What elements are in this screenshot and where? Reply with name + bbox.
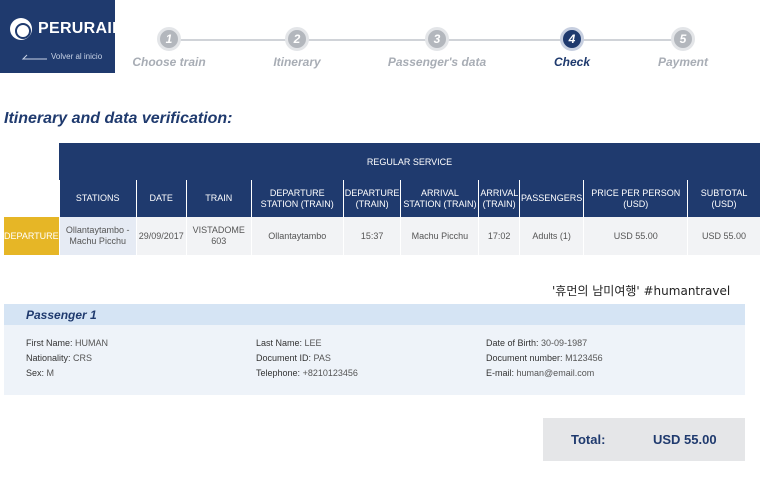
page-title: Itinerary and data verification: [4, 110, 233, 127]
column-header: PASSENGERS [518, 180, 584, 217]
table-cell: 15:37 [342, 217, 401, 255]
passenger-card: Passenger 1 First Name: HUMAN Nationalit… [4, 304, 745, 395]
step-label: Itinerary [273, 55, 321, 69]
step-passengers-data: 3 Passenger's data [377, 27, 497, 69]
column-header: DATE [135, 180, 187, 217]
back-link-label: Volver al inicio [51, 52, 103, 61]
sex-row: Sex: M [26, 368, 55, 378]
document-number-row: Document number: M123456 [486, 353, 603, 363]
column-header: DEPARTURE (TRAIN) [342, 180, 401, 217]
table-cell: 17:02 [478, 217, 520, 255]
document-id-value: PAS [313, 353, 331, 363]
passenger-column-1: First Name: HUMAN Nationality: CRS Sex: … [26, 336, 108, 381]
table-cell: VISTADOME 603 [185, 217, 252, 255]
column-header: ARRIVAL (TRAIN) [478, 180, 520, 217]
table-row: DEPARTURE Ollantaytambo - Machu Picchu 2… [4, 217, 760, 255]
step-number: 2 [285, 27, 309, 51]
email-row: E-mail: human@email.com [486, 368, 595, 378]
total-box: Total: USD 55.00 [543, 418, 745, 461]
document-id-row: Document ID: PAS [256, 353, 331, 363]
brand-header: PERURAIL Volver al inicio [0, 0, 122, 73]
dob-row: Date of Birth: 30-09-1987 [486, 338, 588, 348]
back-arrow-icon [21, 54, 47, 59]
step-number: 4 [560, 27, 584, 51]
column-header: TRAIN [185, 180, 252, 217]
table-cell: Ollantaytambo - Machu Picchu [58, 217, 137, 255]
column-header: PRICE PER PERSON (USD) [583, 180, 688, 217]
itinerary-table: REGULAR SERVICE STATIONS DATE TRAIN DEPA… [4, 143, 760, 255]
dob-value: 30-09-1987 [541, 338, 588, 348]
step-number: 3 [425, 27, 449, 51]
step-payment: 5 Payment [623, 27, 743, 69]
watermark-text: '휴먼의 남미여행' #humantravel [552, 284, 731, 298]
total-label: Total: [571, 432, 606, 447]
table-cell: Adults (1) [518, 217, 584, 255]
nationality-value: CRS [73, 353, 93, 363]
email-value: human@email.com [516, 368, 595, 378]
back-to-home-link[interactable]: Volver al inicio [20, 52, 102, 61]
telephone-value: +8210123456 [302, 368, 358, 378]
table-cell: USD 55.00 [583, 217, 688, 255]
passenger-column-2: Last Name: LEE Document ID: PAS Telephon… [256, 336, 358, 381]
passenger-column-3: Date of Birth: 30-09-1987 Document numbe… [486, 336, 603, 381]
total-value: USD 55.00 [653, 432, 717, 447]
departure-badge: DEPARTURE [4, 217, 60, 255]
column-header: STATIONS [58, 180, 137, 217]
service-header: REGULAR SERVICE [59, 143, 760, 180]
column-header: SUBTOTAL (USD) [687, 180, 760, 217]
step-check: 4 Check [512, 27, 632, 69]
step-label: Check [553, 55, 591, 69]
step-itinerary: 2 Itinerary [237, 27, 357, 69]
document-number-value: M123456 [565, 353, 603, 363]
nationality-row: Nationality: CRS [26, 353, 93, 363]
column-header: DEPARTURE STATION (TRAIN) [250, 180, 344, 217]
passenger-title: Passenger 1 [4, 304, 745, 325]
sex-value: M [46, 368, 55, 378]
telephone-row: Telephone: +8210123456 [256, 368, 358, 378]
step-label: Payment [657, 55, 709, 69]
step-number: 1 [157, 27, 181, 51]
step-number: 5 [671, 27, 695, 51]
step-label: Passenger's data [387, 55, 487, 69]
table-cell: Ollantaytambo [250, 217, 344, 255]
table-cell: USD 55.00 [687, 217, 760, 255]
first-name-row: First Name: HUMAN [26, 338, 109, 348]
first-name-value: HUMAN [75, 338, 109, 348]
perurail-logo-icon [10, 18, 32, 40]
last-name-value: LEE [304, 338, 322, 348]
column-header: ARRIVAL STATION (TRAIN) [400, 180, 479, 217]
brand-logo[interactable]: PERURAIL [10, 18, 122, 40]
table-cell: 29/09/2017 [135, 217, 187, 255]
last-name-row: Last Name: LEE [256, 338, 322, 348]
step-label: Choose train [132, 55, 206, 69]
table-cell: Machu Picchu [400, 217, 479, 255]
step-choose-train: 1 Choose train [109, 27, 229, 69]
